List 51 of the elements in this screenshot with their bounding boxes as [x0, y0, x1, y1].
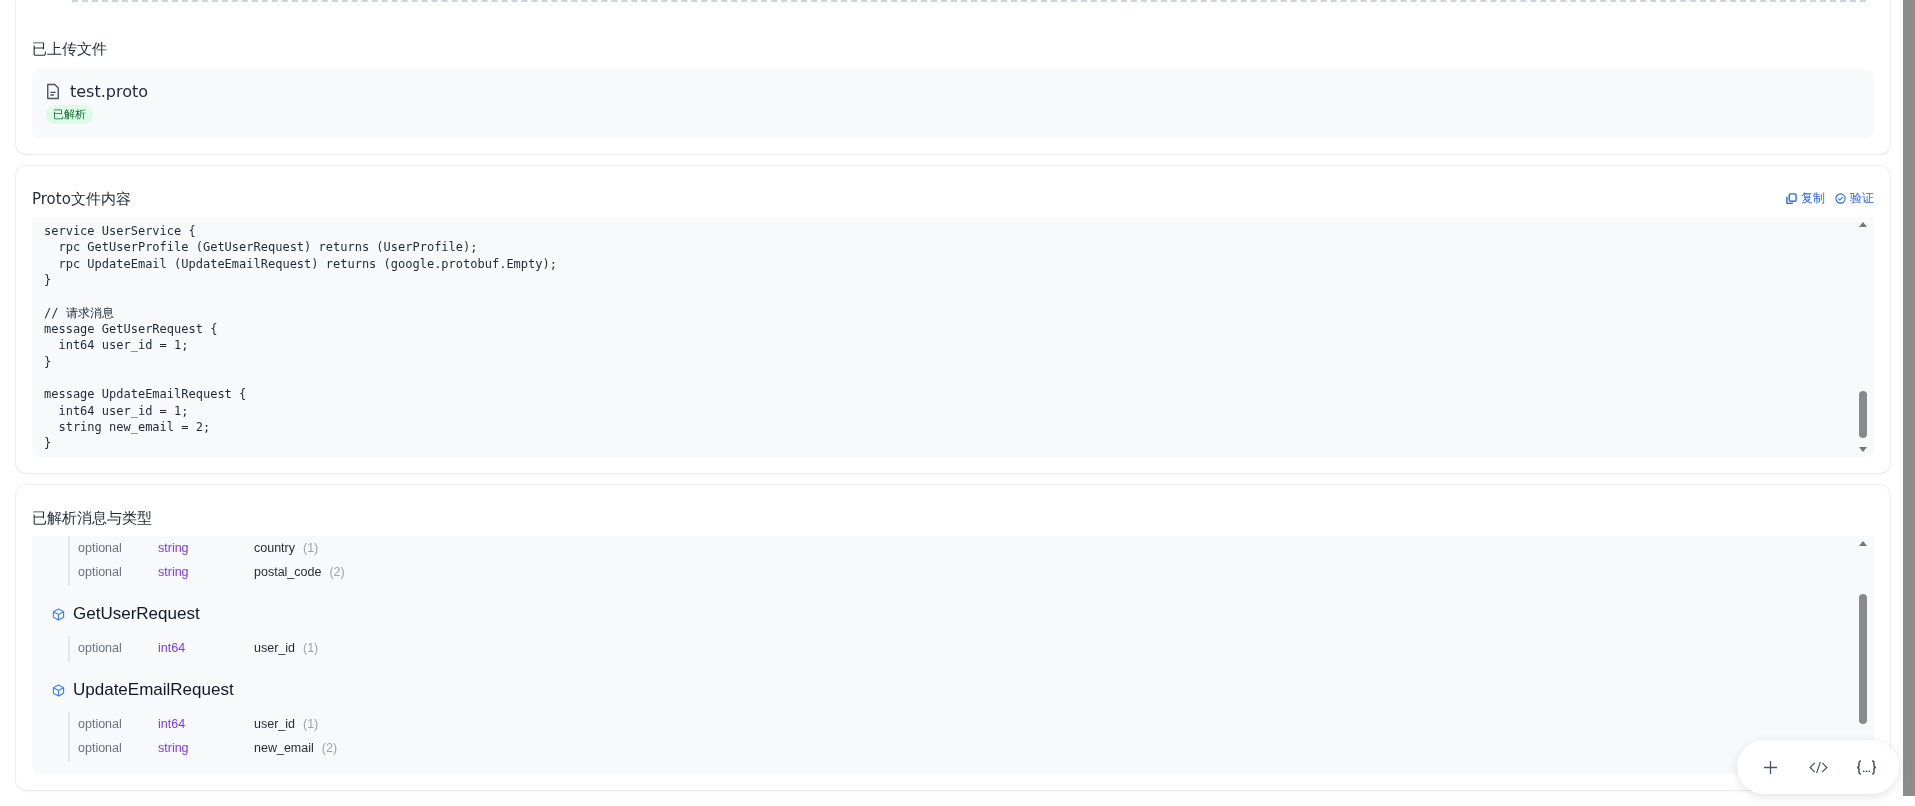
- section-title: Proto文件内容: [32, 190, 131, 209]
- message-name: GetUserRequest: [73, 604, 200, 624]
- code-line: string new_email = 2;: [57, 419, 212, 436]
- field-label: optional: [78, 565, 123, 579]
- field-name: country: [254, 541, 295, 555]
- field-number: (1): [303, 541, 319, 555]
- field-name: user_id: [254, 641, 295, 655]
- cube-icon: [52, 607, 65, 621]
- file-icon: [46, 83, 60, 100]
- field-label: optional: [78, 541, 123, 555]
- code-line: service UserService {: [44, 223, 197, 240]
- code-line: // 请求消息: [44, 304, 115, 322]
- code-line: rpc GetUserProfile (GetUserRequest) returns (UserProfile);: [57, 239, 479, 256]
- code-line: int64 user_id = 1;: [57, 402, 190, 420]
- code-line: }: [44, 435, 53, 452]
- code-line: int64 user_id = 1;: [57, 337, 190, 354]
- field-number: (1): [303, 641, 319, 655]
- verify-button[interactable]: 验证: [1835, 190, 1874, 207]
- field-type: int64: [158, 641, 187, 655]
- field-type: string: [158, 741, 190, 755]
- code-icon: [1808, 760, 1828, 774]
- code-line: message GetUserRequest {: [44, 321, 219, 338]
- cube-icon: [52, 683, 65, 697]
- field-number: (2): [321, 741, 338, 755]
- check-circle-icon: [1835, 193, 1846, 204]
- copy-button[interactable]: 复制: [1786, 190, 1825, 207]
- field-name: new_email: [254, 741, 314, 755]
- field-label: optional: [78, 717, 123, 731]
- field-type: string: [158, 565, 190, 579]
- field-type: int64: [158, 717, 187, 731]
- copy-icon: [1786, 193, 1797, 204]
- field-type: string: [158, 541, 190, 555]
- section-title: 已上传文件: [32, 40, 108, 59]
- field-number: (1): [303, 717, 319, 731]
- field-label: optional: [78, 641, 123, 655]
- field-name: user_id: [254, 717, 295, 731]
- code-line: }: [44, 272, 53, 289]
- section-title: 已解析消息与类型: [32, 509, 153, 528]
- field-number: (2): [329, 565, 345, 579]
- file-item[interactable]: test.proto 已解析: [32, 69, 1874, 138]
- status-tag: 已解析: [46, 105, 93, 124]
- plus-icon: [1762, 759, 1778, 775]
- page-scrollbar[interactable]: [1903, 0, 1915, 796]
- braces-icon: [1855, 759, 1877, 775]
- message-name: UpdateEmailRequest: [73, 680, 234, 700]
- code-line: }: [44, 353, 53, 371]
- field-label: optional: [78, 741, 123, 755]
- file-name: test.proto: [70, 82, 149, 101]
- code-line: message UpdateEmailRequest {: [44, 386, 248, 403]
- field-name: postal_code: [254, 565, 322, 579]
- code-line: rpc UpdateEmail (UpdateEmailRequest) returns (google.protobuf.Empty);: [57, 255, 558, 273]
